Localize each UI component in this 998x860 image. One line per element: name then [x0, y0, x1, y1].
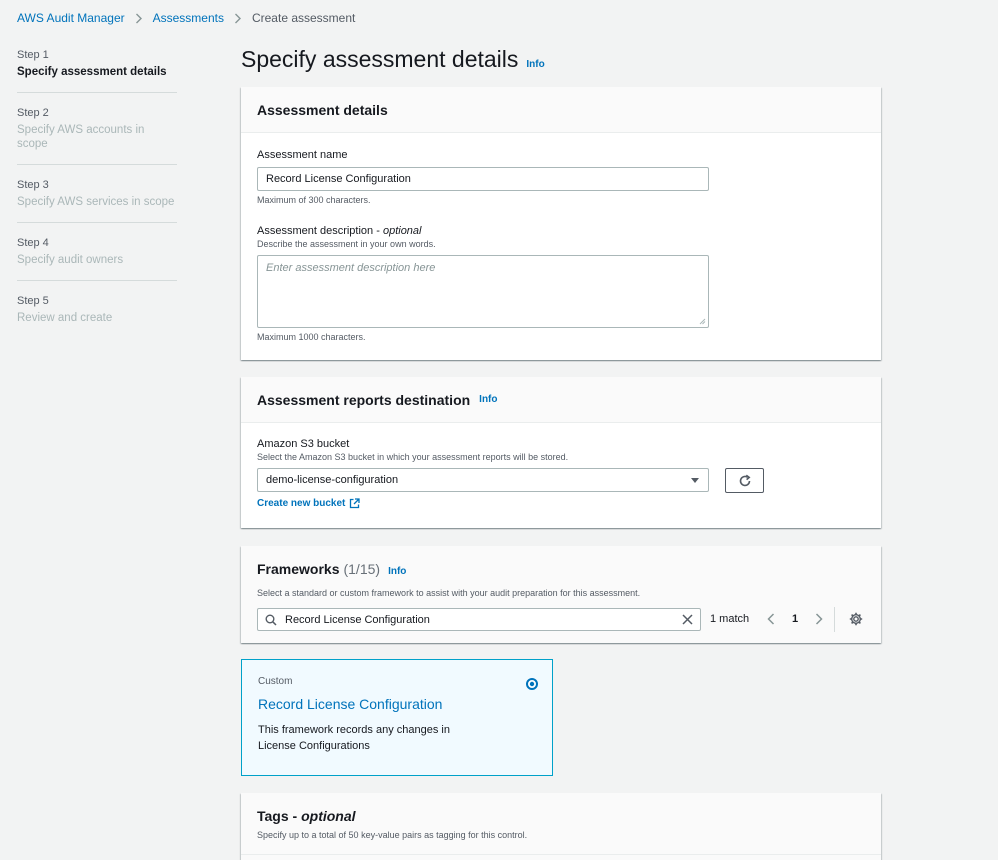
- create-new-bucket-text: Create new bucket: [257, 498, 346, 510]
- refresh-button[interactable]: [725, 468, 764, 493]
- s3-bucket-help-text: Select the Amazon S3 bucket in which you…: [257, 452, 569, 462]
- name-constraint-text: Maximum of 300 characters.: [257, 195, 371, 205]
- step-5: Step 5 Review and create: [17, 294, 177, 338]
- frameworks-header: Frameworks (1/15) Info: [257, 561, 406, 577]
- framework-description-line: License Configurations: [258, 740, 370, 752]
- framework-search-input[interactable]: Record License Configuration: [257, 608, 701, 631]
- panel-title: Assessment reports destination: [257, 391, 471, 408]
- breadcrumb: AWS Audit Manager Assessments Create ass…: [17, 11, 355, 25]
- step-label: Review and create: [17, 312, 113, 324]
- framework-description-line: This framework records any changes in: [258, 724, 450, 736]
- s3-bucket-label: Amazon S3 bucket: [257, 438, 350, 450]
- info-link[interactable]: Info: [479, 394, 497, 405]
- create-new-bucket-link[interactable]: Create new bucket: [257, 498, 361, 510]
- description-label-text: Assessment description -: [257, 225, 380, 237]
- breadcrumb-current: Create assessment: [251, 11, 356, 25]
- s3-bucket-select[interactable]: demo-license-configuration: [257, 468, 709, 492]
- frameworks-description: Select a standard or custom framework to…: [257, 588, 641, 598]
- caret-down-icon: [691, 477, 699, 483]
- external-link-icon: [350, 498, 361, 509]
- assessment-name-value: Record License Configuration: [266, 173, 411, 185]
- radio-selected-icon[interactable]: [526, 678, 538, 690]
- resize-handle-icon[interactable]: [699, 318, 706, 325]
- breadcrumb-link-audit-manager[interactable]: AWS Audit Manager: [17, 11, 125, 25]
- match-count: 1 match: [710, 613, 750, 625]
- tags-header: Tags - optional: [257, 808, 356, 824]
- step-number: Step 2: [17, 107, 49, 119]
- step-number: Step 4: [17, 237, 49, 249]
- step-label: Specify audit owners: [17, 254, 124, 266]
- panel-header: Assessment details: [241, 87, 881, 133]
- wizard-steps: Step 1 Specify assessment details Step 2…: [17, 48, 177, 351]
- description-constraint-text: Maximum 1000 characters.: [257, 332, 366, 342]
- optional-text: optional: [382, 225, 422, 237]
- tags-description: Specify up to a total of 50 key-value pa…: [257, 830, 528, 840]
- frameworks-panel: Frameworks (1/15) Info Select a standard…: [241, 546, 881, 643]
- step-label: Specify AWS services in scope: [17, 196, 175, 208]
- step-1[interactable]: Step 1 Specify assessment details: [17, 48, 177, 93]
- framework-description: This framework records any changes in Li…: [258, 722, 450, 754]
- framework-title: Record License Configuration: [258, 696, 443, 712]
- step-2: Step 2 Specify AWS accounts in scope: [17, 106, 177, 165]
- step-number: Step 1: [17, 49, 49, 61]
- assessment-details-panel: Assessment details Assessment name Recor…: [241, 87, 881, 360]
- framework-card[interactable]: Custom Record License Configuration This…: [241, 659, 553, 776]
- divider: [241, 854, 881, 855]
- step-label: Specify assessment details: [17, 66, 167, 78]
- assessment-description-label: Assessment description - optional: [257, 225, 436, 237]
- next-page-icon[interactable]: [815, 613, 823, 625]
- divider: [834, 607, 835, 632]
- framework-type: Custom: [258, 676, 293, 687]
- assessment-description-textarea[interactable]: Enter assessment description here: [257, 255, 709, 328]
- panel-header: Assessment reports destination Info: [241, 377, 881, 423]
- search-icon: [265, 614, 277, 626]
- breadcrumb-link-assessments[interactable]: Assessments: [153, 11, 224, 25]
- assessment-name-label: Assessment name: [257, 149, 348, 161]
- tags-panel: Tags - optional Specify up to a total of…: [241, 793, 881, 860]
- gear-icon[interactable]: [849, 612, 863, 626]
- step-number: Step 3: [17, 179, 49, 191]
- chevron-right-icon: [234, 13, 242, 24]
- page-header: Specify assessment details Info: [241, 46, 545, 73]
- step-4: Step 4 Specify audit owners: [17, 236, 177, 281]
- panel-title: Assessment details: [257, 101, 388, 118]
- step-number: Step 5: [17, 295, 49, 307]
- info-link[interactable]: Info: [388, 566, 406, 577]
- clear-icon[interactable]: [682, 614, 693, 625]
- description-help-text: Describe the assessment in your own word…: [257, 239, 436, 249]
- frameworks-title: Frameworks: [257, 561, 340, 577]
- description-placeholder: Enter assessment description here: [266, 262, 436, 274]
- refresh-icon: [739, 474, 750, 486]
- info-link[interactable]: Info: [526, 59, 544, 70]
- page-title: Specify assessment details: [241, 46, 519, 72]
- previous-page-icon[interactable]: [767, 613, 775, 625]
- step-3: Step 3 Specify AWS services in scope: [17, 178, 177, 223]
- page-number[interactable]: 1: [792, 613, 798, 625]
- optional-text: optional: [301, 808, 356, 824]
- chevron-right-icon: [135, 13, 143, 24]
- tags-title: Tags -: [257, 808, 298, 824]
- step-label: Specify AWS accounts in scope: [17, 124, 145, 150]
- search-value: Record License Configuration: [285, 613, 430, 626]
- assessment-name-input[interactable]: Record License Configuration: [257, 167, 709, 191]
- s3-bucket-selected-value: demo-license-configuration: [266, 474, 399, 486]
- frameworks-count: (1/15): [343, 561, 381, 577]
- reports-destination-panel: Assessment reports destination Info Amaz…: [241, 377, 881, 528]
